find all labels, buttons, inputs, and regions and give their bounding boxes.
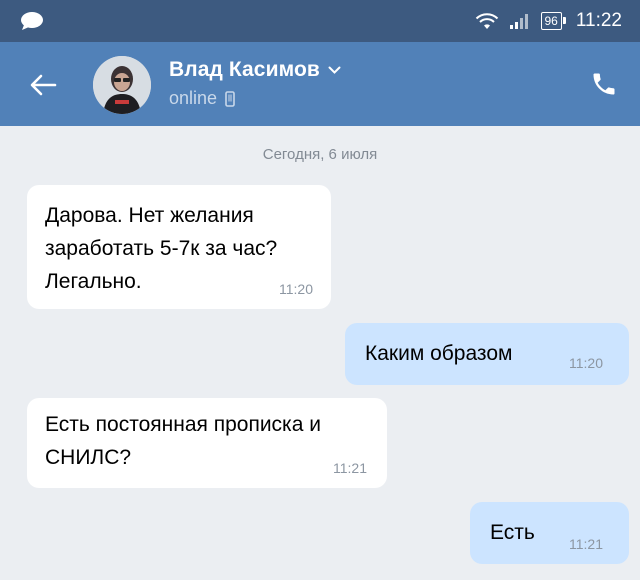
date-separator: Сегодня, 6 июля xyxy=(262,146,378,163)
message-text: Дарова. Нет желания заработать 5-7к за ч… xyxy=(45,204,278,293)
contact-status-text: online xyxy=(169,88,218,108)
message-time: 11:21 xyxy=(569,536,603,552)
signal-icon xyxy=(509,14,528,29)
chevron-down-icon[interactable] xyxy=(328,66,341,75)
clock: 11:22 xyxy=(575,10,622,31)
message-outgoing[interactable]: Каким образом 11:20 xyxy=(345,323,629,385)
battery-icon: 96 xyxy=(540,12,567,30)
avatar-image xyxy=(93,56,151,114)
mobile-icon xyxy=(225,90,235,107)
battery-level: 96 xyxy=(544,14,558,28)
status-bar: 96 11:22 xyxy=(0,0,640,42)
avatar[interactable] xyxy=(93,56,151,114)
message-incoming[interactable]: Есть постоянная прописка и СНИЛС? 11:21 xyxy=(27,398,387,488)
chat-bubble-icon xyxy=(21,12,43,30)
message-time: 11:20 xyxy=(569,355,603,371)
contact-status: online xyxy=(169,88,341,109)
contact-name-text: Влад Касимов xyxy=(169,58,320,81)
message-time: 11:21 xyxy=(333,460,367,476)
contact-name[interactable]: Влад Касимов xyxy=(169,58,341,82)
message-outgoing[interactable]: Есть 11:21 xyxy=(470,502,629,564)
phone-icon[interactable] xyxy=(590,70,618,98)
message-time: 11:20 xyxy=(279,281,313,297)
wifi-icon xyxy=(475,13,498,29)
message-incoming[interactable]: Дарова. Нет желания заработать 5-7к за ч… xyxy=(27,185,331,309)
message-text: Есть постоянная прописка и СНИЛС? xyxy=(45,413,321,469)
back-arrow-icon[interactable] xyxy=(28,70,58,100)
chat-header: Влад Касимов online xyxy=(0,42,640,126)
